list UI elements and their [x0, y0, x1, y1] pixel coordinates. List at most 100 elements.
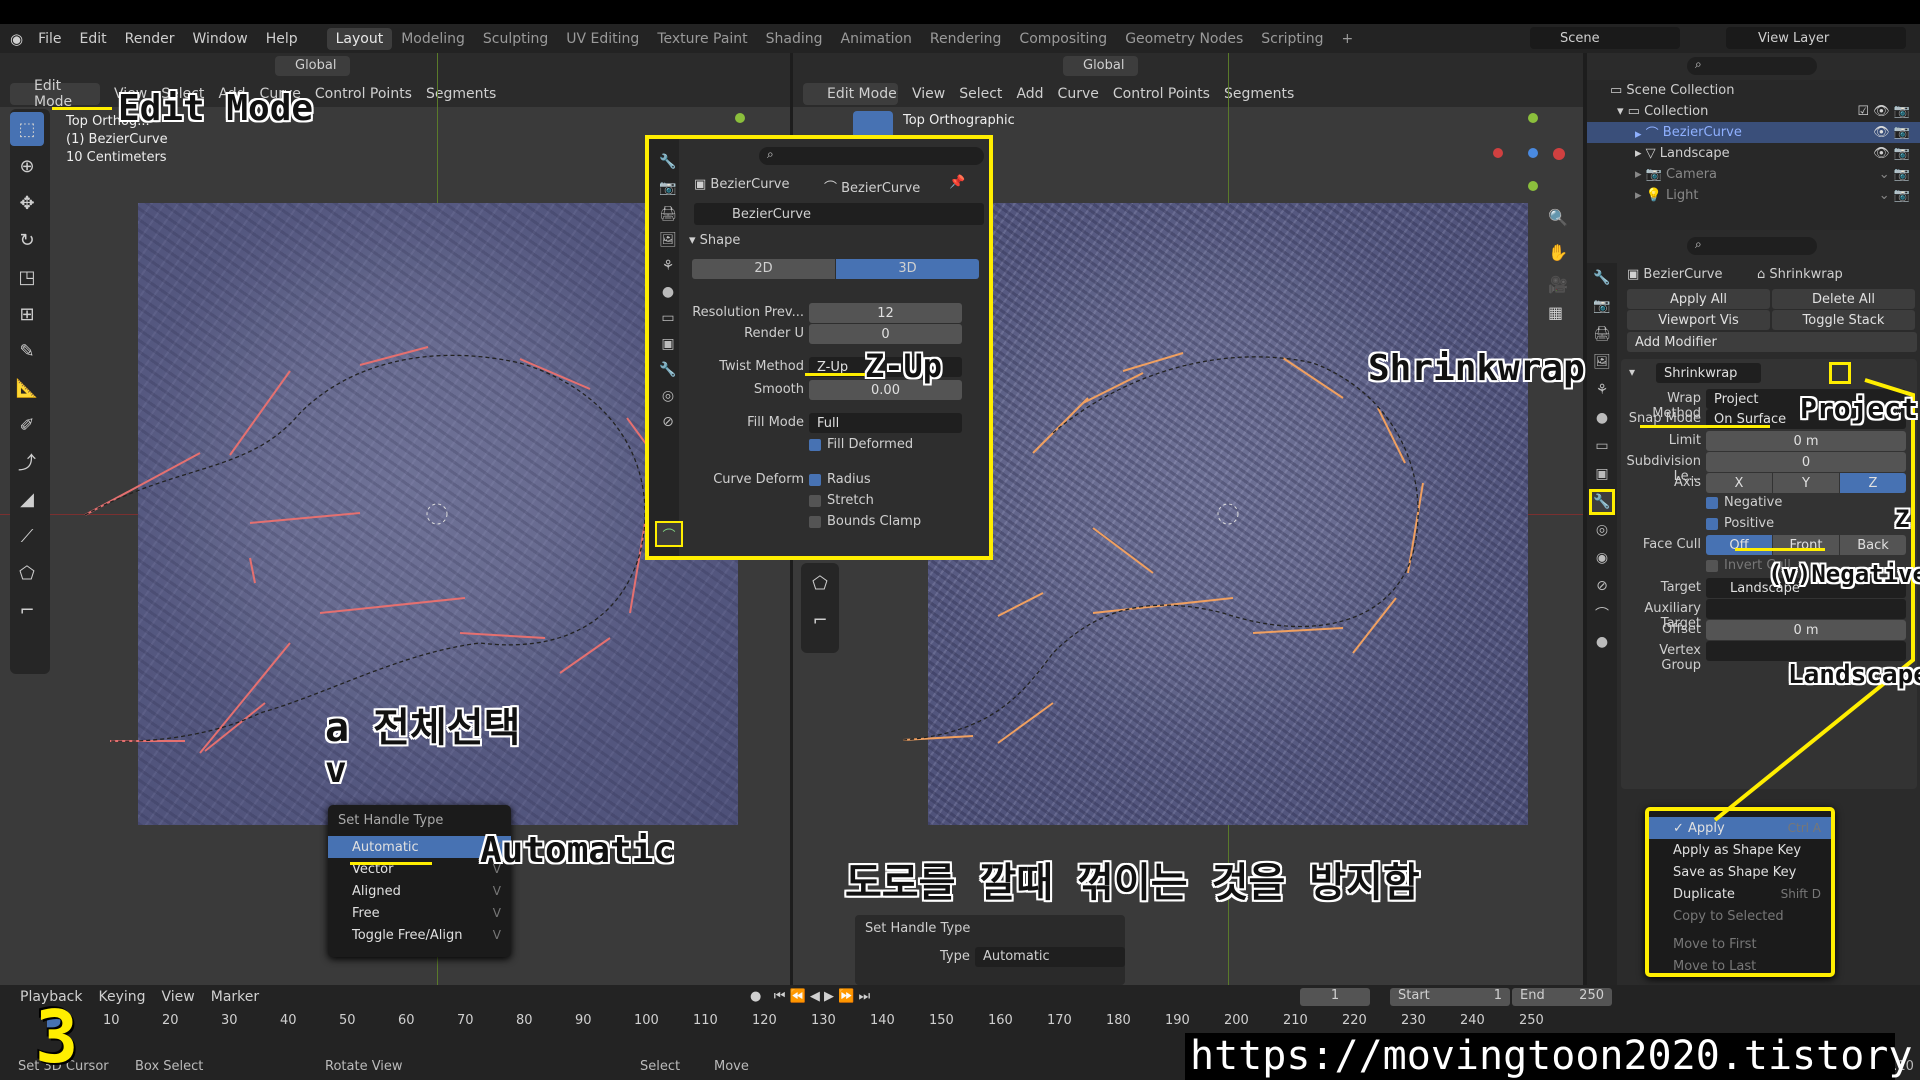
collection-icon[interactable]: ▭	[1589, 433, 1615, 459]
scene-icon[interactable]: ⚘	[1589, 377, 1615, 403]
object-icon[interactable]: ▣	[655, 331, 681, 357]
shape-section-header[interactable]: ▾ Shape	[689, 233, 740, 248]
render-u-field[interactable]: 0	[809, 324, 962, 344]
handle-toggle-free-align[interactable]: Toggle Free/Align V	[328, 924, 511, 946]
blender-logo-icon[interactable]: ◉	[0, 30, 29, 48]
modifier-tab-icon[interactable]: 🔧	[1589, 489, 1615, 515]
tilt-tool-icon[interactable]: ⟋	[10, 519, 44, 553]
move-to-first[interactable]: Move to First	[1649, 933, 1831, 955]
bounds-clamp-checkbox[interactable]: Bounds Clamp	[809, 514, 921, 529]
outliner-item-light[interactable]: ▸ 💡 Light ⌄ 📷	[1587, 185, 1920, 206]
delete-all-button[interactable]: Delete All	[1772, 289, 1915, 309]
add-modifier-dropdown[interactable]: Add Modifier	[1627, 332, 1917, 352]
particles-icon[interactable]: ◎	[655, 383, 681, 409]
duplicate-modifier[interactable]: Duplicate Shift D	[1649, 883, 1831, 905]
timeline-marker[interactable]: Marker	[211, 989, 259, 1005]
collection-row[interactable]: ▾ ▭ Collection ☑ 👁 📷	[1587, 101, 1920, 122]
2d-toggle[interactable]: 2D	[692, 259, 835, 279]
tab-layout[interactable]: Layout	[326, 27, 393, 50]
transform-tool-icon[interactable]: ⊞	[10, 297, 44, 331]
tab-geometry-nodes[interactable]: Geometry Nodes	[1116, 28, 1252, 50]
tool-icon[interactable]: 🔧	[1589, 265, 1615, 291]
z-axis-gizmo-icon[interactable]	[1528, 148, 1538, 158]
rotate-tool-icon[interactable]: ↻	[10, 223, 44, 257]
draw-tool-icon[interactable]: ✐	[10, 408, 44, 442]
view-layer-icon[interactable]: 🖼	[1589, 349, 1615, 375]
menu-window[interactable]: Window	[184, 31, 257, 47]
handle-aligned[interactable]: Aligned V	[328, 880, 511, 902]
outliner-item-beziercurve[interactable]: ▸ ⌒ BezierCurve 👁 📷	[1587, 122, 1920, 143]
copy-to-selected[interactable]: Copy to Selected	[1649, 905, 1831, 927]
view-layer-icon[interactable]: 🖼	[655, 227, 681, 253]
tab-modeling[interactable]: Modeling	[392, 28, 474, 50]
camera-view-icon[interactable]: 🎥	[1548, 275, 1568, 294]
redo-panel-title[interactable]: Set Handle Type	[855, 915, 1125, 942]
search-icon[interactable]: ⌕	[759, 147, 984, 165]
stretch-checkbox[interactable]: Stretch	[809, 493, 874, 508]
end-frame-field[interactable]: End 250	[1512, 988, 1612, 1006]
datablock-field[interactable]: BezierCurve	[694, 203, 984, 225]
save-as-shape-key[interactable]: Save as Shape Key	[1649, 861, 1831, 883]
toggle-stack-button[interactable]: Toggle Stack	[1772, 310, 1915, 330]
current-frame-field[interactable]: 1	[1300, 988, 1370, 1006]
tab-uv-editing[interactable]: UV Editing	[557, 28, 648, 50]
transform-curve-tool-icon[interactable]: ⌐	[803, 603, 837, 637]
output-icon[interactable]: 🖨	[655, 201, 681, 227]
pin-icon[interactable]: 📌	[949, 175, 965, 190]
scene-selector[interactable]: Scene	[1530, 27, 1680, 49]
fill-mode-dropdown[interactable]: Full	[809, 413, 962, 433]
physics-icon[interactable]: ◉	[1589, 545, 1615, 571]
frame-ruler[interactable]: 10 20 30 40 50 60 70 80 90 100 110 120 130 140 150 160 1…	[0, 1013, 1600, 1033]
collection-icon[interactable]: ▭	[655, 305, 681, 331]
start-frame-field[interactable]: Start 1	[1390, 988, 1510, 1006]
render-icon[interactable]: 📷	[1589, 293, 1615, 319]
tab-animation[interactable]: Animation	[832, 28, 921, 50]
x-axis-gizmo-icon[interactable]	[1493, 148, 1503, 158]
tab-scripting[interactable]: Scripting	[1252, 28, 1332, 50]
menu-file[interactable]: File	[29, 31, 70, 47]
radius-checkbox[interactable]: Radius	[809, 472, 871, 487]
apply-all-button[interactable]: Apply All	[1627, 289, 1770, 309]
object-icon[interactable]: ▣	[1589, 461, 1615, 487]
tab-texture-paint[interactable]: Texture Paint	[648, 28, 756, 50]
menu-edit[interactable]: Edit	[71, 31, 116, 47]
annotate-tool-icon[interactable]: ✎	[10, 334, 44, 368]
radius-tool-icon[interactable]: ◢	[10, 482, 44, 516]
render-icon[interactable]: 📷	[655, 175, 681, 201]
output-icon[interactable]: 🖨	[1589, 321, 1615, 347]
x-axis-gizmo-icon[interactable]	[1553, 148, 1565, 160]
material-icon[interactable]: ●	[1589, 629, 1615, 655]
tab-sculpting[interactable]: Sculpting	[474, 28, 557, 50]
scale-tool-icon[interactable]: ◳	[10, 260, 44, 294]
tool-icon[interactable]: 🔧	[655, 149, 681, 175]
playback-controls[interactable]: ● ⏮ ⏪ ◀ ▶ ⏩ ⏭	[750, 989, 870, 1004]
neg-y-gizmo-icon[interactable]	[1528, 181, 1538, 191]
ortho-grid-icon[interactable]: ▦	[1548, 303, 1563, 322]
constraints-icon[interactable]: ⊘	[655, 409, 681, 435]
randomize-tool-icon[interactable]: ⬠	[803, 566, 837, 600]
curve-data-icon[interactable]: ⌒	[1589, 601, 1615, 627]
particles-icon[interactable]: ◎	[1589, 517, 1615, 543]
outliner-item-camera[interactable]: ▸ 📷 Camera ⌄ 📷	[1587, 164, 1920, 185]
handle-free[interactable]: Free V	[328, 902, 511, 924]
constraints-icon[interactable]: ⊘	[1589, 573, 1615, 599]
scene-collection[interactable]: ▭ Scene Collection	[1587, 80, 1920, 101]
viewport-vis-button[interactable]: Viewport Vis	[1627, 310, 1770, 330]
timeline-keying[interactable]: Keying	[98, 989, 145, 1005]
tab-compositing[interactable]: Compositing	[1010, 28, 1116, 50]
world-icon[interactable]: ●	[655, 279, 681, 305]
redo-type-dropdown[interactable]: Automatic	[975, 947, 1125, 967]
view-layer-selector[interactable]: View Layer	[1726, 27, 1906, 49]
menu-render[interactable]: Render	[116, 31, 184, 47]
y-axis-gizmo-icon[interactable]	[735, 113, 745, 123]
outliner-item-landscape[interactable]: ▸ ▽ Landscape 👁 📷	[1587, 143, 1920, 164]
timeline-view[interactable]: View	[162, 989, 195, 1005]
add-workspace-icon[interactable]: +	[1333, 28, 1363, 50]
extrude-tool-icon[interactable]: ⤴	[10, 445, 44, 479]
randomize-tool-icon[interactable]: ⬠	[10, 556, 44, 590]
fill-deformed-checkbox[interactable]: Fill Deformed	[809, 437, 913, 452]
move-to-last[interactable]: Move to Last	[1649, 955, 1831, 977]
scene-icon[interactable]: ⚘	[655, 253, 681, 279]
tab-rendering[interactable]: Rendering	[921, 28, 1011, 50]
select-tool-icon[interactable]: ⬚	[10, 112, 44, 146]
